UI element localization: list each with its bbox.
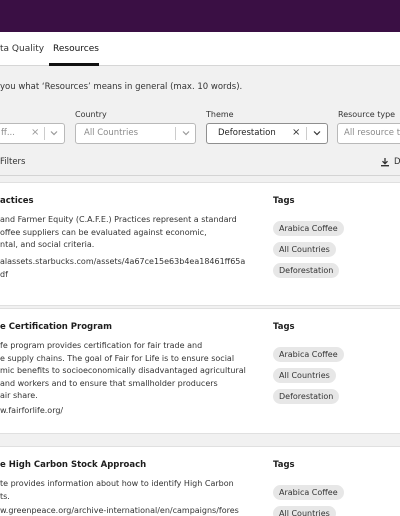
resource-description: te provides information about how to ide… <box>0 479 234 501</box>
tags-heading: Tags <box>273 460 295 470</box>
filters-toggle[interactable]: Filters <box>0 157 25 167</box>
download-icon[interactable] <box>380 157 390 167</box>
resource-title[interactable]: e High Carbon Stock Approach <box>0 460 146 470</box>
top-app-bar <box>0 0 400 32</box>
theme-filter-value: Deforestation <box>218 128 276 138</box>
tags-heading: Tags <box>273 322 295 332</box>
tag-chip: All Countries <box>273 368 336 383</box>
resource-link[interactable]: alassets.starbucks.com/assets/4a67ce15e6… <box>0 256 245 281</box>
resource-link[interactable]: w.greenpeace.org/archive-international/e… <box>0 505 239 516</box>
tag-chip: Arabica Coffee <box>273 347 344 362</box>
resource-card[interactable]: e Certification Program fe program provi… <box>0 308 400 434</box>
clear-icon[interactable]: × <box>292 127 300 138</box>
tag-chip: All Countries <box>273 506 336 516</box>
clear-icon[interactable]: × <box>31 127 39 138</box>
active-tab-indicator <box>49 63 99 66</box>
resource-title[interactable]: e Certification Program <box>0 322 112 332</box>
country-filter-label: Country <box>75 110 107 119</box>
resource-title[interactable]: actices <box>0 196 34 206</box>
country-filter-placeholder: All Countries <box>84 128 138 138</box>
resource-type-placeholder: All resource ty <box>344 128 400 138</box>
resource-link[interactable]: w.fairforlife.org/ <box>0 405 63 418</box>
resource-card[interactable]: actices and Farmer Equity (C.A.F.E.) Pra… <box>0 182 400 306</box>
theme-filter-label: Theme <box>206 110 234 119</box>
select-divider <box>306 127 307 140</box>
select-divider <box>44 127 45 140</box>
tag-chip: Arabica Coffee <box>273 221 344 236</box>
chevron-down-icon[interactable] <box>182 129 190 137</box>
first-filter-select[interactable]: ff... × <box>0 123 65 144</box>
resource-description: and Farmer Equity (C.A.F.E.) Practices r… <box>0 215 237 249</box>
download-label[interactable]: D <box>394 157 400 167</box>
first-filter-value: ff... <box>1 128 15 138</box>
resource-type-filter-select[interactable]: All resource ty <box>337 123 400 144</box>
page-instruction: you what ‘Resources’ means in general (m… <box>0 82 243 92</box>
select-divider <box>175 127 176 140</box>
resource-type-filter-label: Resource type <box>338 110 396 119</box>
tag-chip: Deforestation <box>273 389 340 404</box>
resource-card[interactable]: e High Carbon Stock Approach te provides… <box>0 446 400 516</box>
resource-description: fe program provides certification for fa… <box>0 341 246 400</box>
divider <box>0 175 400 176</box>
chevron-down-icon[interactable] <box>313 129 321 137</box>
tab-bar: ta Quality Resources <box>0 32 400 66</box>
country-filter-select[interactable]: All Countries <box>75 123 196 144</box>
tags-heading: Tags <box>273 196 295 206</box>
chevron-down-icon[interactable] <box>50 129 58 137</box>
theme-filter-select[interactable]: Deforestation × <box>206 123 328 144</box>
tab-resources[interactable]: Resources <box>53 44 99 54</box>
tab-data-quality[interactable]: ta Quality <box>0 44 44 54</box>
tag-chip: All Countries <box>273 242 336 257</box>
tag-chip: Deforestation <box>273 263 340 278</box>
tag-chip: Arabica Coffee <box>273 485 344 500</box>
